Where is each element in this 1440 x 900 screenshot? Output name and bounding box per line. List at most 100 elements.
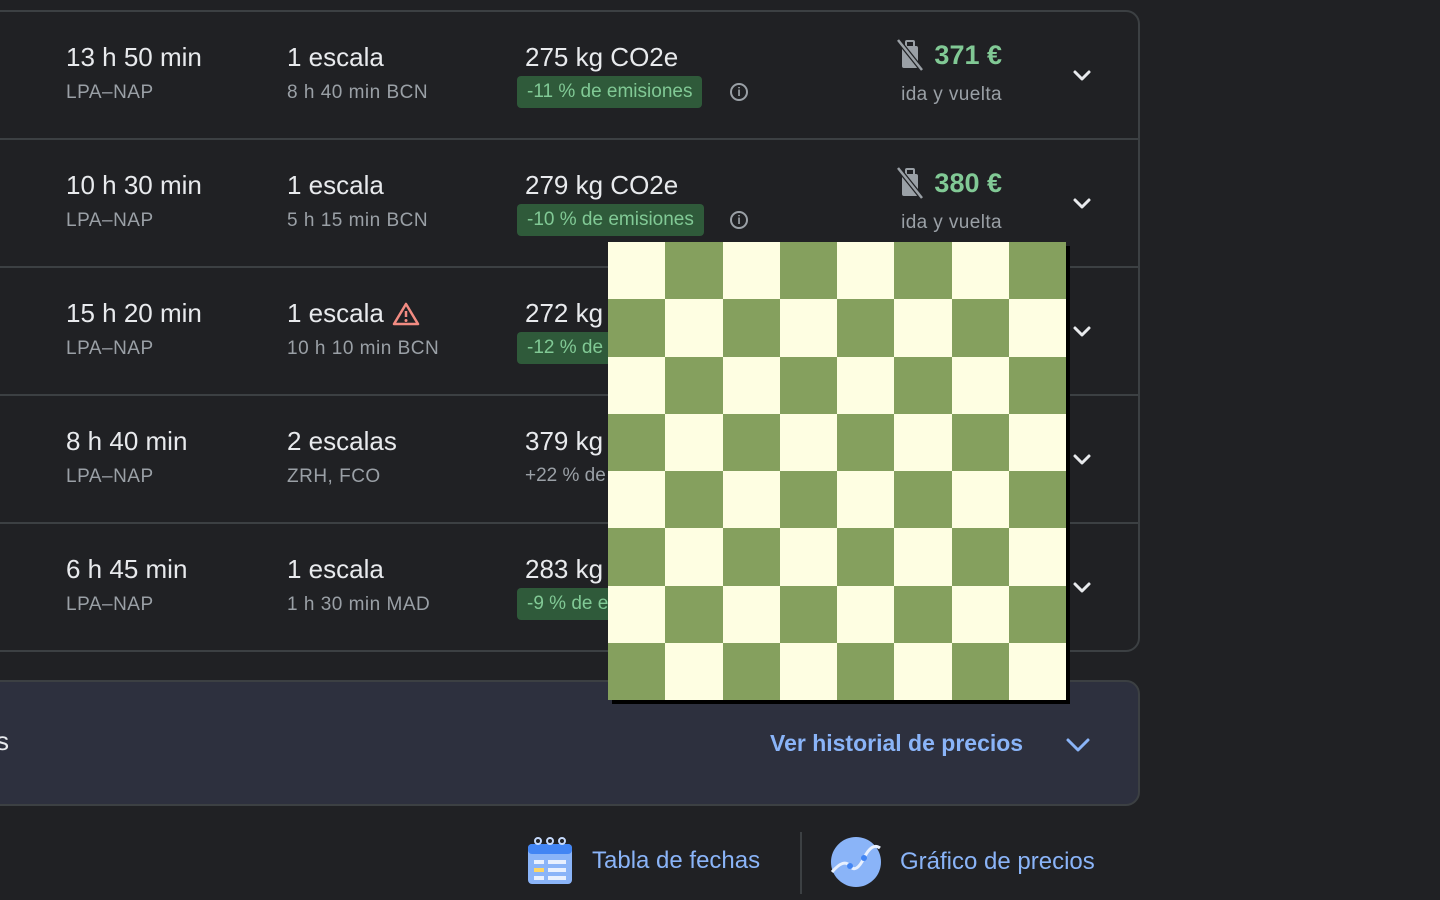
flight-stops-detail: ZRH, FCO [287,466,381,487]
board-square [665,528,723,586]
no-carry-on-bag-icon [896,38,925,72]
board-square [894,413,952,471]
flight-stops-detail: 8 h 40 min BCN [287,82,429,103]
flight-duration: 13 h 50 min [66,42,202,72]
board-square [779,528,837,586]
tools-divider [800,832,802,894]
flight-route: LPA–NAP [66,594,154,615]
board-square [608,585,666,643]
board-square [608,471,666,529]
flight-route: LPA–NAP [66,82,154,103]
flight-row[interactable]: 13 h 50 min LPA–NAP 1 escala 8 h 40 min … [0,12,1138,140]
flight-duration: 6 h 45 min [66,554,188,584]
emissions-badge: -10 % de emisiones [517,204,704,236]
board-square [722,642,780,700]
board-square [951,413,1009,471]
flight-price: 371 € [934,39,1002,70]
board-square [1008,528,1066,586]
emissions-badge: -9 % de e [517,588,619,620]
board-square [665,356,723,414]
board-square [779,585,837,643]
board-square [1008,471,1066,529]
board-square [665,585,723,643]
info-icon[interactable]: i [730,83,748,101]
flight-duration: 10 h 30 min [66,170,202,200]
board-square [779,471,837,529]
board-square [608,242,666,300]
flight-stops: 2 escalas [287,426,397,457]
board-square [894,528,952,586]
board-square [722,242,780,300]
board-square [665,242,723,300]
board-square [722,356,780,414]
expand-chevron-icon[interactable] [1070,320,1094,344]
flight-route: LPA–NAP [66,210,154,231]
flight-stops-label: 1 escala [287,170,384,200]
board-square [894,356,952,414]
board-square [951,642,1009,700]
date-grid-label: Tabla de fechas [592,847,761,874]
board-square [951,528,1009,586]
warning-icon [392,302,420,325]
emissions-badge: -11 % de emisiones [517,76,703,108]
board-square [779,413,837,471]
board-square [722,471,780,529]
expand-chevron-icon[interactable] [1070,64,1094,88]
flight-stops: 1 escala [287,170,384,201]
info-icon[interactable]: i [730,211,748,229]
flight-stops-label: 2 escalas [287,426,397,456]
board-square [894,242,952,300]
board-square [951,299,1009,357]
flight-co2: 275 kg CO2e [525,42,679,72]
board-square [951,585,1009,643]
board-square [894,642,952,700]
board-square [837,642,895,700]
date-grid-button[interactable]: Tabla de fechas [526,836,760,886]
board-square [1008,413,1066,471]
board-square [779,642,837,700]
board-square [951,242,1009,300]
board-square [608,356,666,414]
expand-chevron-icon[interactable] [1070,576,1094,600]
trip-type: ida y vuelta [901,212,1002,233]
price-container: 380 € [894,166,1002,200]
board-square [608,528,666,586]
board-square [951,471,1009,529]
board-square [665,642,723,700]
flight-route: LPA–NAP [66,466,154,487]
board-square [837,528,895,586]
board-square [1008,642,1066,700]
board-square [894,471,952,529]
board-square [1008,242,1066,300]
board-square [722,528,780,586]
price-graph-label: Gráfico de precios [900,848,1095,875]
flight-stops-label: 1 escala [287,554,384,584]
flight-route: LPA–NAP [66,338,154,359]
price-graph-button[interactable]: Gráfico de precios [830,836,1095,888]
board-square [665,299,723,357]
expand-chevron-icon[interactable] [1070,192,1094,216]
board-square [608,642,666,700]
board-square [894,585,952,643]
expand-chevron-icon[interactable] [1070,448,1094,472]
emissions-text: +22 % de [525,465,606,486]
flight-price: 380 € [934,167,1002,198]
board-square [837,413,895,471]
board-square [837,585,895,643]
history-panel-text-edge: s [0,726,9,756]
board-square [665,413,723,471]
calendar-table-icon [528,837,572,884]
price-container: 371 € [894,38,1002,72]
board-square [722,299,780,357]
board-square [779,356,837,414]
bottom-tools-bar: Tabla de fechas Gráfico de precios [0,832,1440,900]
board-square [894,299,952,357]
chevron-down-icon[interactable] [1064,732,1092,758]
flight-stops-label: 1 escala [287,298,384,328]
flight-stops: 1 escala [287,554,384,585]
board-square [837,356,895,414]
flight-stops-detail: 10 h 10 min BCN [287,338,440,359]
flight-stops-label: 1 escala [287,42,384,72]
view-price-history-link[interactable]: Ver historial de precios [770,730,1023,757]
board-square [1008,585,1066,643]
